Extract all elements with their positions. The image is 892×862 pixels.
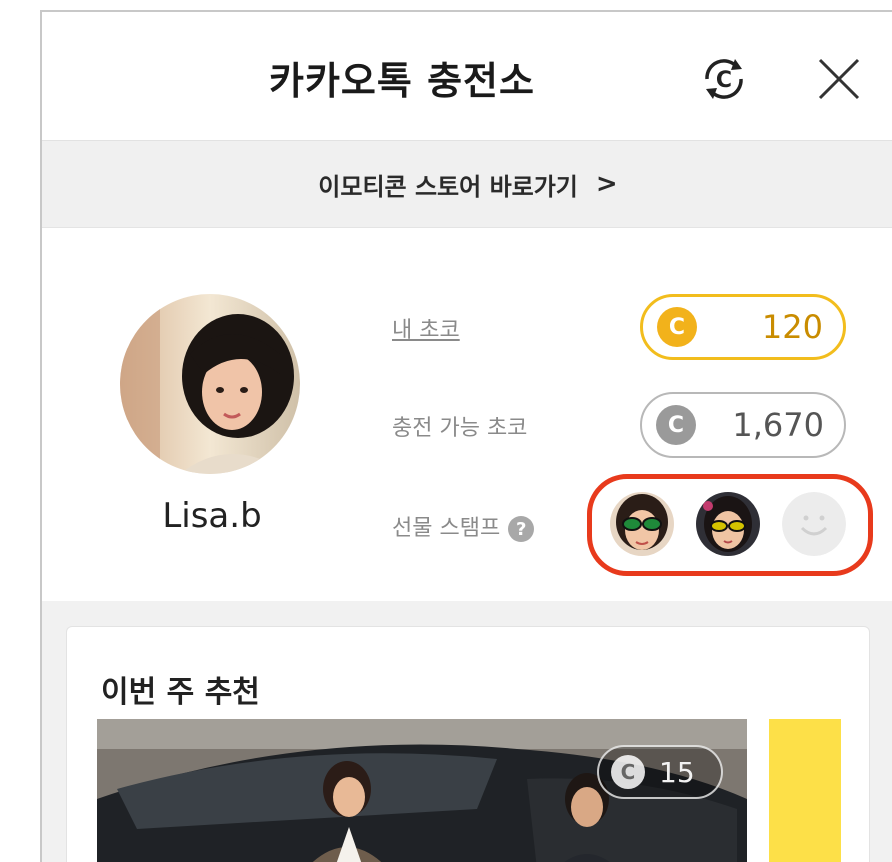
price-badge: C 15 — [597, 745, 723, 799]
next-promo-tile[interactable] — [769, 719, 841, 862]
svg-text:C: C — [716, 68, 732, 93]
avatar[interactable] — [120, 294, 300, 474]
weekly-recommendation-card: 이번 주 추천 C 15 — [66, 626, 870, 862]
gift-stamp-1[interactable] — [610, 492, 674, 556]
my-choco-label: 내 초코 — [392, 318, 460, 343]
profile-section: Lisa.b 내 초코 C 120 충전 가능 초코 C 1,670 선물 스탬… — [42, 228, 892, 600]
username: Lisa.b — [162, 496, 262, 536]
gift-stamp-empty-smiley-icon — [782, 492, 846, 556]
header: 카카오톡 충전소 C — [42, 12, 892, 141]
store-link-label: 이모티콘 스토어 바로가기 — [318, 172, 578, 201]
chargeable-choco-label: 충전 가능 초코 — [392, 416, 528, 441]
gift-stamp-label: 선물 스탬프? — [392, 510, 535, 542]
page-title: 카카오톡 충전소 — [269, 59, 535, 103]
refresh-coin-icon[interactable]: C — [697, 52, 751, 106]
chargeable-choco-balance[interactable]: C 1,670 — [640, 392, 846, 458]
my-choco-balance[interactable]: C 120 — [640, 294, 846, 360]
emoticon-store-link[interactable]: 이모티콘 스토어 바로가기 > — [42, 141, 892, 228]
weekly-recommendation-title: 이번 주 추천 — [101, 675, 260, 710]
charging-station-window: 카카오톡 충전소 C 이모티콘 스토어 바로가기 > Lisa.b 내 초코 C… — [40, 10, 892, 862]
choco-coin-gray-icon: C — [656, 405, 696, 445]
gift-stamp-2[interactable] — [696, 492, 760, 556]
chargeable-choco-value: 1,670 — [732, 406, 824, 444]
promo-image[interactable]: C 15 — [97, 719, 747, 862]
my-choco-value: 120 — [761, 308, 823, 346]
close-icon[interactable] — [816, 56, 862, 102]
choco-coin-icon: C — [611, 755, 645, 789]
chevron-right-icon: > — [595, 169, 618, 199]
help-icon[interactable]: ? — [508, 516, 535, 542]
choco-coin-icon: C — [657, 307, 697, 347]
price-value: 15 — [659, 755, 695, 789]
